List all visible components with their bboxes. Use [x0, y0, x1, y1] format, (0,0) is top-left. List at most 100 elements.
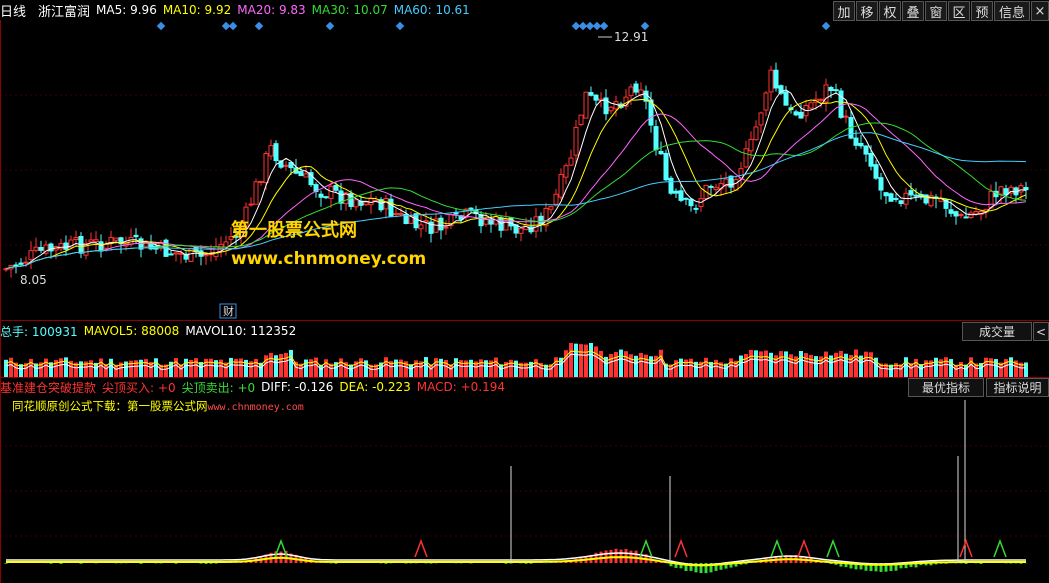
volume-chart[interactable] [0, 340, 1049, 377]
candle-body [218, 243, 224, 249]
volume-bar [29, 358, 33, 377]
volume-bar [729, 358, 733, 377]
move-button[interactable]: 移 [856, 1, 878, 21]
info-button[interactable]: 信息 [994, 1, 1030, 21]
volume-bar [394, 359, 398, 377]
chevron-left-icon[interactable]: < [1033, 322, 1049, 341]
candle-body [253, 181, 259, 205]
candle-body [883, 192, 889, 197]
candle-body [273, 143, 279, 162]
candle-body [133, 234, 139, 238]
candle-body [628, 86, 634, 97]
candle-body [608, 106, 614, 112]
indicator-chart[interactable] [0, 396, 1049, 583]
signal-diamond-icon [599, 21, 609, 31]
volume-bar [439, 358, 443, 377]
volume-bar [314, 357, 318, 377]
price-header-bar: 日线 浙江富润 MA5: 9.96 MA10: 9.92 MA20: 9.83 … [0, 0, 1049, 21]
volume-bar [934, 357, 938, 377]
volume-bar [469, 359, 473, 377]
candle-body [418, 224, 424, 230]
volume-bar [9, 357, 13, 377]
volume-bar [434, 358, 438, 377]
candlestick-chart[interactable]: 12.91 8.05 财 [0, 20, 1049, 320]
volume-bar [624, 351, 628, 377]
candle-body [248, 203, 254, 206]
volume-bar [209, 358, 213, 377]
candle-body [413, 213, 419, 229]
indicator-name[interactable]: 基准建仓突破提款 [0, 379, 96, 396]
volume-bar [869, 352, 873, 377]
candle-body [713, 186, 719, 190]
volume-bar [99, 358, 103, 377]
dea-line [6, 556, 1026, 567]
candle-body [898, 200, 904, 204]
add-button[interactable]: 加 [833, 1, 855, 21]
candle-body [663, 152, 669, 181]
volume-indicator-select[interactable]: 成交量 [962, 322, 1032, 341]
candle-body [178, 252, 184, 255]
volume-bar [284, 352, 288, 377]
volume-bar [454, 358, 458, 377]
ma5-label: MA5: [96, 3, 127, 17]
candle-body [588, 92, 594, 96]
candle-body [58, 243, 64, 250]
authority-button[interactable]: 权 [879, 1, 901, 21]
candle-body [3, 268, 9, 271]
candle-body [793, 111, 799, 116]
diff-label: DIFF: [261, 380, 291, 394]
volume-bar [614, 351, 618, 377]
signal-diamond-icon [395, 21, 405, 31]
sell-signal-label: 尖顶卖出: [181, 380, 234, 395]
volume-bar [804, 353, 808, 377]
mavol10-label: MAVOL10: [185, 324, 247, 338]
candle-body [808, 102, 814, 109]
volume-bar [304, 359, 308, 377]
candle-body [548, 206, 554, 210]
volume-bar [599, 350, 603, 377]
period-label[interactable]: 日线 [0, 1, 26, 20]
peak-signal-icon [797, 538, 811, 558]
volume-bar [289, 349, 293, 377]
volume-bar [759, 351, 763, 377]
candle-body [578, 114, 584, 125]
volume-bar [864, 351, 868, 377]
candle-body [1003, 188, 1009, 196]
sell-signal-value: +0 [237, 380, 256, 395]
best-indicator-button[interactable]: 最优指标 [908, 378, 984, 397]
volume-bar [229, 357, 233, 377]
forecast-button[interactable]: 预 [971, 1, 993, 21]
candle-body [518, 227, 524, 234]
candle-body [873, 164, 879, 179]
candle-body [468, 207, 474, 210]
volume-bar [704, 357, 708, 377]
candle-body [173, 252, 179, 255]
indicator-help-button[interactable]: 指标说明 [986, 378, 1049, 397]
window-button[interactable]: 窗 [925, 1, 947, 21]
volume-bar [234, 358, 238, 377]
section-button[interactable]: 区 [948, 1, 970, 21]
volume-bar [944, 357, 948, 377]
candle-body [93, 239, 99, 243]
volume-bar [569, 343, 573, 377]
candle-body [953, 211, 959, 217]
candle-body [833, 89, 839, 92]
volume-bar [749, 350, 753, 377]
volume-bar [254, 359, 258, 377]
candle-body [363, 201, 369, 206]
candle-body [688, 198, 694, 207]
volume-bar [494, 357, 498, 377]
volume-bar [44, 358, 48, 377]
candle-body [438, 217, 444, 231]
candle-body [908, 190, 914, 196]
dea-value: -0.223 [372, 380, 411, 394]
overlay-button[interactable]: 叠 [902, 1, 924, 21]
volume-bar [814, 356, 818, 377]
candle-body [323, 196, 329, 199]
candle-body [893, 197, 899, 200]
close-icon[interactable]: × [1031, 1, 1049, 21]
volume-bar [904, 357, 908, 377]
candle-body [128, 236, 134, 245]
candle-body [203, 254, 209, 257]
candle-body [388, 198, 394, 217]
